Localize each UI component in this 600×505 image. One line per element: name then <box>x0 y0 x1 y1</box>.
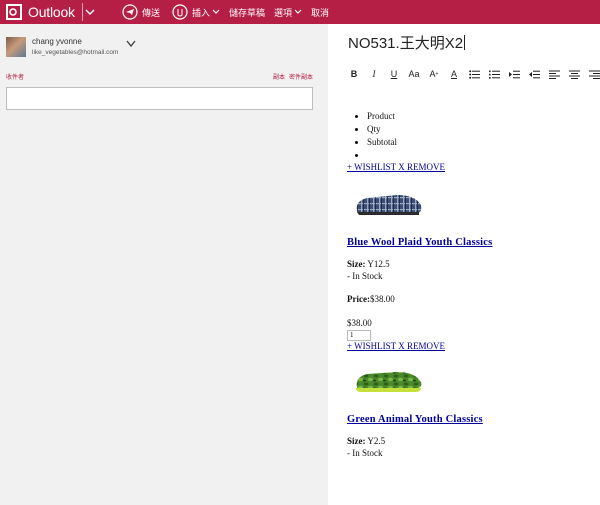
product-title-link[interactable]: Blue Wool Plaid Youth Classics <box>347 237 597 248</box>
message-pane: NO531.王大明X2 B I U Aa A + A • Product • Q… <box>328 24 600 505</box>
send-label: 傳送 <box>142 7 161 18</box>
cart-columns-list: Product Qty Subtotal <box>347 110 597 162</box>
list-item: Subtotal <box>367 136 597 149</box>
align-right-icon[interactable] <box>586 67 600 81</box>
grow-font-button[interactable]: A + <box>426 67 442 81</box>
paperclip-icon <box>172 4 188 20</box>
font-color-button[interactable]: A <box>446 67 462 81</box>
numbered-list-icon[interactable] <box>486 67 502 81</box>
sender-email: like_vegetables@hotmail.com <box>32 49 119 56</box>
send-button[interactable]: 傳送 <box>122 0 160 24</box>
underline-button[interactable]: U <box>386 67 402 81</box>
format-toolbar: B I U Aa A + A <box>346 67 600 81</box>
list-item <box>367 149 597 162</box>
text-cursor <box>464 35 466 50</box>
insert-label: 插入 <box>192 7 211 18</box>
wishlist-remove-link[interactable]: + WISHLIST X REMOVE <box>347 162 597 173</box>
message-body[interactable]: Product Qty Subtotal + WISHLIST X REMOVE… <box>347 110 597 459</box>
size-value: Y2.5 <box>367 435 386 446</box>
bcc-link[interactable]: 密件副本 <box>289 72 313 81</box>
size-label: Size: <box>347 259 366 269</box>
italic-button[interactable]: I <box>366 67 382 81</box>
compose-header-pane: chang yvonne like_vegetables@hotmail.com… <box>0 24 328 505</box>
sender-name: chang yvonne <box>32 37 82 46</box>
list-item: Qty <box>367 123 597 136</box>
recipient-label[interactable]: 收件者 <box>6 72 24 81</box>
blue-plaid-shoe-image[interactable] <box>353 189 425 219</box>
decrease-indent-icon[interactable] <box>526 67 542 81</box>
size-label: Size: <box>347 435 366 446</box>
price-label: Price: <box>347 294 370 304</box>
chevron-down-icon[interactable] <box>84 6 96 18</box>
list-item: Product <box>367 110 597 123</box>
insert-button[interactable]: 插入 <box>172 0 220 24</box>
subtotal-value: $38.00 <box>347 318 372 328</box>
chevron-down-icon <box>294 9 302 14</box>
cc-link[interactable]: 副本 <box>273 72 285 81</box>
send-icon <box>122 4 138 20</box>
bold-button[interactable]: B <box>346 67 362 81</box>
brand-separator <box>82 3 83 21</box>
green-camo-shoe-image[interactable] <box>353 366 425 396</box>
chevron-down-icon[interactable] <box>126 40 136 48</box>
subject-field[interactable]: NO531.王大明X2 <box>348 32 466 53</box>
font-size-button[interactable]: Aa <box>406 67 422 81</box>
size-line: Size: Y2.5 <box>347 435 597 447</box>
align-center-icon[interactable] <box>566 67 582 81</box>
options-button[interactable]: 選項 <box>274 0 302 24</box>
save-draft-label: 儲存草稿 <box>229 7 266 18</box>
align-left-icon[interactable] <box>546 67 562 81</box>
subject-text: NO531.王大明X2 <box>348 35 464 52</box>
price-line: Price:$38.00 <box>347 293 597 305</box>
app-brand[interactable]: Outlook <box>28 4 75 20</box>
options-label: 選項 <box>274 7 293 18</box>
save-draft-button[interactable]: 儲存草稿 <box>229 0 265 24</box>
price-value: $38.00 <box>369 294 395 304</box>
increase-indent-icon[interactable] <box>506 67 522 81</box>
bullet-list-icon[interactable] <box>466 67 482 81</box>
size-line: Size: Y12.5 <box>347 258 597 270</box>
stock-status: - In Stock <box>347 447 383 458</box>
stock-status: - In Stock <box>347 271 383 281</box>
quantity-input[interactable] <box>347 329 371 341</box>
cancel-button[interactable]: 取消 <box>311 0 329 24</box>
outlook-logo-icon[interactable] <box>6 4 22 20</box>
avatar <box>6 37 26 57</box>
cancel-label: 取消 <box>311 7 330 18</box>
top-bar: Outlook 傳送 插入 儲存草稿 選項 取消 <box>0 0 600 24</box>
size-value: Y12.5 <box>367 259 390 269</box>
product-title-link[interactable]: Green Animal Youth Classics <box>347 414 597 425</box>
wishlist-remove-link[interactable]: + WISHLIST X REMOVE <box>347 341 597 352</box>
to-field[interactable] <box>6 87 313 110</box>
chevron-down-icon <box>212 9 220 14</box>
